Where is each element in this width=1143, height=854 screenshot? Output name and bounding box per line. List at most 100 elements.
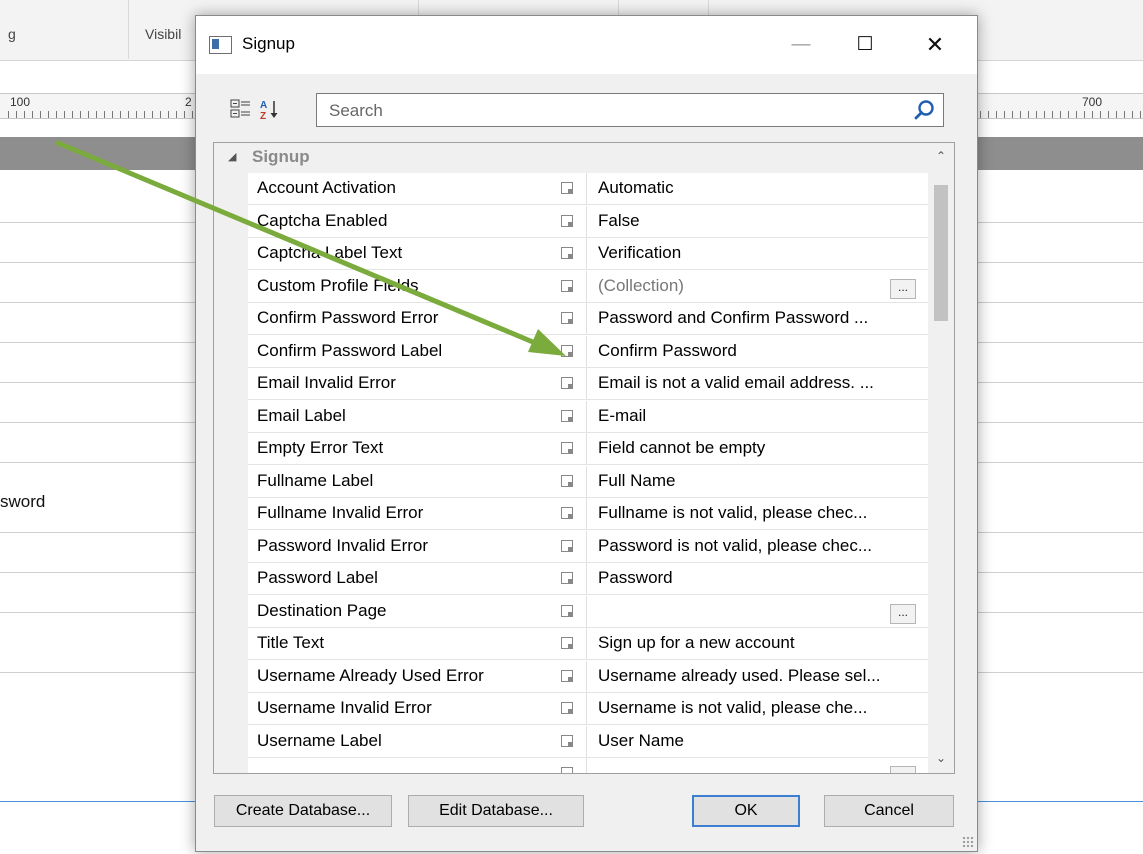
property-row[interactable]: Confirm Password Error Password and Confi…: [248, 303, 928, 335]
property-value[interactable]: Password and Confirm Password ...: [598, 308, 868, 328]
property-row[interactable]: Fullname Invalid Error Fullname is not va…: [248, 498, 928, 530]
toolbar-cell: [0, 0, 129, 59]
property-name: Empty Error Text: [257, 438, 384, 457]
property-value[interactable]: False: [598, 211, 640, 231]
property-name: Confirm Password Error: [257, 308, 439, 327]
property-row[interactable]: Empty Error Text Field cannot be empty: [248, 433, 928, 465]
property-value[interactable]: Username is not valid, please che...: [598, 698, 867, 718]
property-row[interactable]: Username Label User Name: [248, 725, 928, 758]
column-divider: [586, 595, 587, 627]
property-edit-icon[interactable]: [561, 767, 573, 773]
property-value[interactable]: Verification: [598, 243, 681, 263]
collapse-triangle-icon[interactable]: ◢: [228, 150, 236, 163]
property-value[interactable]: Sign up for a new account: [598, 633, 795, 653]
property-edit-icon[interactable]: [561, 702, 573, 714]
sort-alpha-icon[interactable]: A Z: [258, 98, 280, 120]
maximize-button[interactable]: ☐: [842, 16, 888, 74]
property-value[interactable]: Full Name: [598, 471, 675, 491]
property-row[interactable]: Captcha Label Text Verification: [248, 238, 928, 270]
minimize-button[interactable]: —: [778, 16, 824, 74]
property-value[interactable]: User Name: [598, 731, 684, 751]
property-value[interactable]: E-mail: [598, 406, 646, 426]
property-edit-icon[interactable]: [561, 312, 573, 324]
scroll-down-icon[interactable]: ⌄: [928, 745, 954, 771]
property-name: Username Label: [257, 730, 382, 750]
ok-button[interactable]: OK: [692, 795, 800, 827]
property-value[interactable]: Fullname is not valid, please chec...: [598, 503, 867, 523]
ruler-ticks: [8, 111, 193, 118]
create-database-button[interactable]: Create Database...: [214, 795, 392, 827]
search-icon[interactable]: [913, 98, 937, 122]
property-row[interactable]: Username Already Used Error Username alre…: [248, 660, 928, 693]
column-divider: [586, 205, 587, 237]
property-name: Fullname Label: [257, 470, 374, 490]
search-input[interactable]: [317, 94, 921, 128]
property-row[interactable]: Password Label Password: [248, 563, 928, 595]
property-value[interactable]: Field cannot be empty: [598, 438, 765, 458]
property-edit-icon[interactable]: [561, 214, 573, 227]
property-row[interactable]: Username Invalid Error Username is not va…: [248, 693, 928, 725]
ellipsis-button[interactable]: ...: [890, 603, 916, 624]
property-edit-icon[interactable]: [561, 344, 573, 357]
property-edit-icon[interactable]: [561, 507, 573, 519]
column-divider: [586, 400, 587, 432]
ellipsis-button[interactable]: ...: [890, 766, 916, 773]
property-row[interactable]: ...: [248, 758, 928, 773]
ruler-number: 2: [185, 95, 192, 109]
column-divider: [586, 270, 587, 302]
scroll-up-icon[interactable]: ⌃: [928, 143, 954, 169]
property-edit-icon[interactable]: [561, 572, 573, 584]
property-edit-icon[interactable]: [561, 734, 573, 747]
vertical-scrollbar[interactable]: ⌃ ⌄: [928, 143, 954, 773]
property-row[interactable]: Fullname Label Full Name: [248, 465, 928, 498]
column-divider: [586, 660, 587, 692]
property-value[interactable]: Email is not a valid email address. ...: [598, 373, 874, 393]
property-name: Email Invalid Error: [257, 373, 396, 392]
cancel-button[interactable]: Cancel: [824, 795, 954, 827]
property-edit-icon[interactable]: [561, 247, 573, 259]
property-value[interactable]: (Collection): [598, 276, 684, 296]
ellipsis-button[interactable]: ...: [890, 278, 916, 299]
scroll-thumb[interactable]: [934, 185, 948, 321]
property-row[interactable]: Email Label E-mail: [248, 400, 928, 433]
property-value[interactable]: Password: [598, 568, 673, 588]
property-edit-icon[interactable]: [561, 182, 573, 194]
property-value[interactable]: Automatic: [598, 178, 674, 198]
property-row[interactable]: Captcha Enabled False: [248, 205, 928, 238]
column-divider: [586, 628, 587, 659]
property-name: Captcha Label Text: [257, 243, 403, 262]
property-row[interactable]: Title Text Sign up for a new account: [248, 628, 928, 660]
property-name: Username Already Used Error: [257, 665, 484, 685]
edit-database-button[interactable]: Edit Database...: [408, 795, 584, 827]
property-value[interactable]: Password is not valid, please chec...: [598, 536, 872, 556]
property-edit-icon[interactable]: [561, 474, 573, 487]
ruler-number: 100: [10, 95, 31, 109]
property-row[interactable]: Password Invalid Error Password is not va…: [248, 530, 928, 563]
resize-grip-icon[interactable]: [962, 836, 974, 848]
close-button[interactable]: ✕: [912, 16, 958, 74]
property-edit-icon[interactable]: [561, 604, 573, 617]
category-row-signup[interactable]: ◢ Signup: [214, 143, 928, 173]
property-row[interactable]: Custom Profile Fields (Collection)...: [248, 270, 928, 303]
property-edit-icon[interactable]: [561, 377, 573, 389]
property-value[interactable]: Username already used. Please sel...: [598, 666, 881, 686]
column-divider: [586, 693, 587, 724]
toolbar-label: g: [8, 26, 16, 42]
property-name: Title Text: [257, 633, 325, 652]
property-edit-icon[interactable]: [561, 539, 573, 552]
property-value[interactable]: Confirm Password: [598, 341, 737, 361]
property-row[interactable]: Email Invalid Error Email is not a valid …: [248, 368, 928, 400]
column-divider: [586, 238, 587, 269]
property-edit-icon[interactable]: [561, 669, 573, 682]
dialog-titlebar[interactable]: Signup — ☐ ✕: [196, 16, 977, 74]
property-row[interactable]: Account Activation Automatic: [248, 173, 928, 205]
property-edit-icon[interactable]: [561, 637, 573, 649]
property-edit-icon[interactable]: [561, 409, 573, 422]
property-edit-icon[interactable]: [561, 442, 573, 454]
column-divider: [586, 303, 587, 334]
property-row[interactable]: Confirm Password Label Confirm Password: [248, 335, 928, 368]
property-edit-icon[interactable]: [561, 279, 573, 292]
categorized-view-icon[interactable]: [230, 98, 252, 120]
property-row[interactable]: Destination Page...: [248, 595, 928, 628]
column-divider: [586, 433, 587, 464]
